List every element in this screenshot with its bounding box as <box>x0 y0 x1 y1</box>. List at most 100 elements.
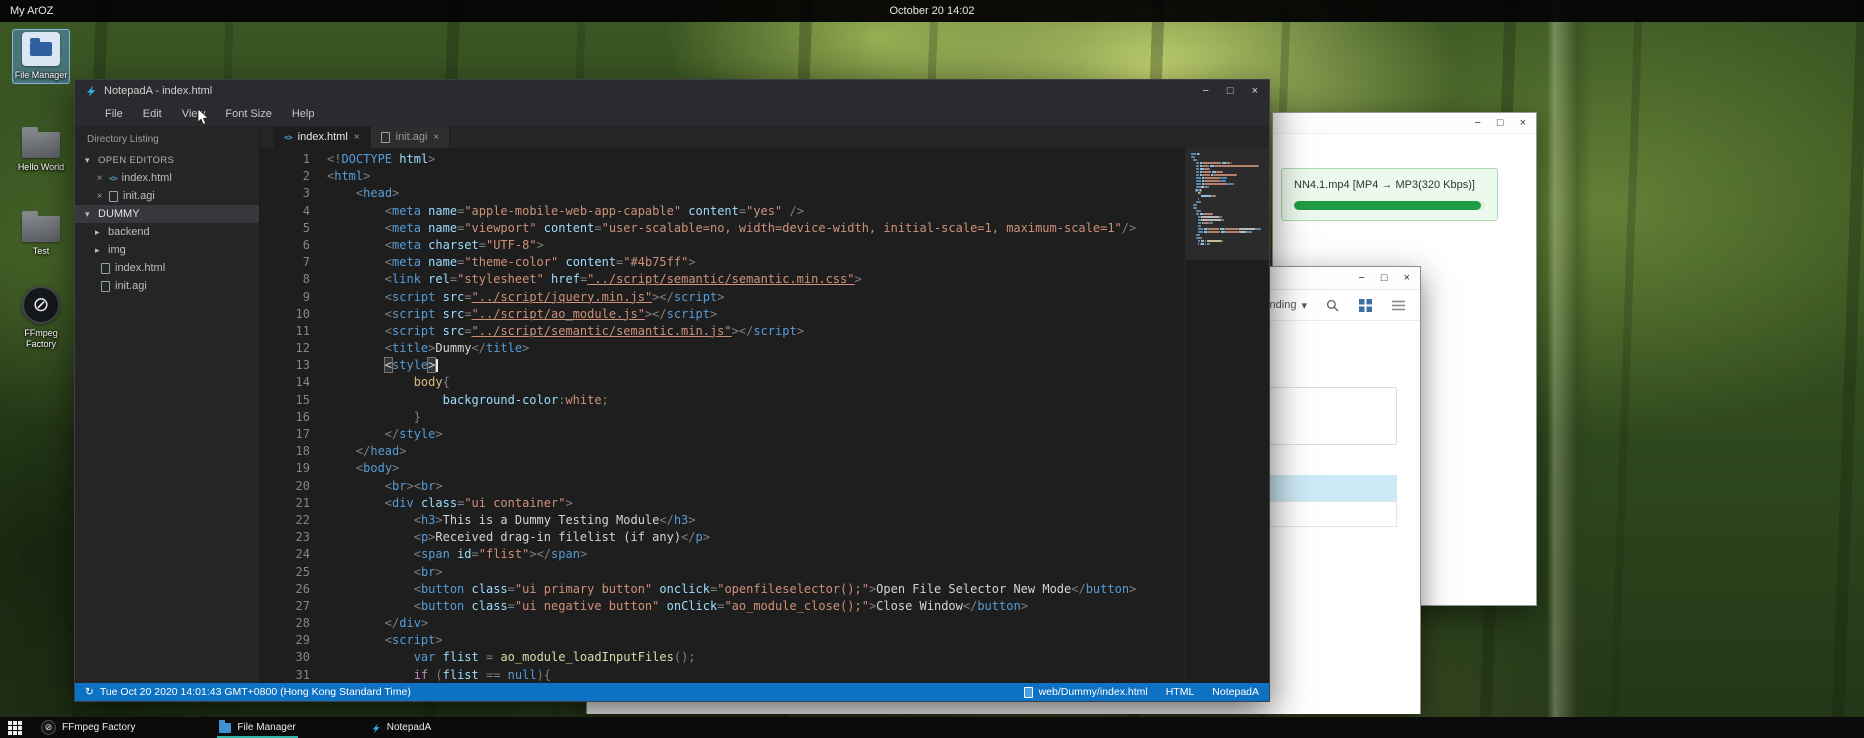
status-file-path: web/Dummy/index.html <box>1039 686 1148 698</box>
open-editor-item[interactable]: × init.agi <box>75 187 259 205</box>
file-icon <box>109 191 118 202</box>
notepada-window: NotepadA - index.html − □ × File Edit Vi… <box>74 79 1270 702</box>
tab-label: init.agi <box>396 131 428 143</box>
chevron-right-icon: ▸ <box>95 227 103 238</box>
tab-init-agi[interactable]: init.agi × <box>371 126 451 148</box>
section-label: OPEN EDITORS <box>98 155 174 166</box>
progress-bar <box>1294 201 1485 210</box>
sidebar-folder-backend[interactable]: ▸ backend <box>75 223 259 241</box>
file-label: init.agi <box>115 280 147 292</box>
desktop-icon-label: FFmpeg Factory <box>10 328 72 350</box>
status-language[interactable]: HTML <box>1166 686 1195 698</box>
close-icon[interactable]: × <box>1252 86 1258 97</box>
html-file-icon: <> <box>109 174 117 183</box>
maximize-icon[interactable]: □ <box>1381 273 1388 284</box>
conversion-job-card: NN4.1.mp4 [MP4 → MP3(320 Kbps)] <box>1281 168 1498 221</box>
notepada-logo-icon <box>84 84 97 98</box>
close-icon[interactable]: × <box>1520 118 1526 129</box>
tab-bar: <> index.html × init.agi × <box>260 126 1269 148</box>
desktop-icon-label: Hello World <box>18 162 64 173</box>
top-bar: My ArOZ October 20 14:02 <box>0 0 1864 22</box>
close-icon[interactable]: × <box>95 173 104 184</box>
sidebar-section-open-editors[interactable]: ▾ OPEN EDITORS <box>75 151 259 169</box>
file-manager-icon <box>22 32 60 66</box>
editor[interactable]: 1<!DOCTYPE html>2<html>3 <head>4 <meta n… <box>260 148 1269 683</box>
minimize-icon[interactable]: − <box>1474 118 1480 129</box>
taskbar-label: NotepadA <box>387 722 431 733</box>
menu-file[interactable]: File <box>95 102 133 126</box>
grid-view-icon[interactable] <box>1358 298 1373 313</box>
file-icon <box>381 132 390 143</box>
code-lines[interactable]: 1<!DOCTYPE html>2<html>3 <head>4 <meta n… <box>260 148 1185 683</box>
minimize-icon[interactable]: − <box>1358 273 1364 284</box>
ffmpeg-app-icon: ⊘ <box>22 286 60 324</box>
status-bar: ↻ Tue Oct 20 2020 14:01:43 GMT+0800 (Hon… <box>75 683 1269 701</box>
sidebar-folder-img[interactable]: ▸ img <box>75 241 259 259</box>
notepada-title-bar[interactable]: NotepadA - index.html − □ × <box>75 80 1269 102</box>
sidebar: Directory Listing ▾ OPEN EDITORS × <> in… <box>75 126 260 683</box>
maximize-icon[interactable]: □ <box>1497 118 1504 129</box>
close-icon[interactable]: × <box>1404 273 1410 284</box>
menu-bar: File Edit View Font Size Help <box>75 102 1269 126</box>
list-view-icon[interactable] <box>1391 298 1406 313</box>
start-menu-icon[interactable] <box>7 720 23 736</box>
ffmpeg-app-icon: ⊘ <box>41 720 56 735</box>
taskbar-item-notepada[interactable]: NotepadA <box>366 717 435 738</box>
folder-label: DUMMY <box>98 208 140 220</box>
menu-edit[interactable]: Edit <box>133 102 172 126</box>
taskbar-label: FFmpeg Factory <box>62 722 135 733</box>
sidebar-folder-dummy[interactable]: ▾ DUMMY <box>75 205 259 223</box>
search-icon[interactable] <box>1325 298 1340 313</box>
status-app-name: NotepadA <box>1212 686 1259 698</box>
open-editor-item[interactable]: × <> index.html <box>75 169 259 187</box>
folder-label: img <box>108 244 126 256</box>
desktop-icon-test[interactable]: Test <box>10 208 72 257</box>
close-icon[interactable]: × <box>433 132 439 143</box>
file-label: index.html <box>115 262 165 274</box>
tab-label: index.html <box>298 131 348 143</box>
notepada-logo-icon <box>370 722 381 734</box>
maximize-icon[interactable]: □ <box>1227 86 1234 97</box>
desktop-icon-ffmpeg-factory[interactable]: ⊘ FFmpeg Factory <box>10 286 72 350</box>
file-icon <box>101 281 110 292</box>
chevron-down-icon: ▾ <box>85 155 93 166</box>
taskbar: ⊘ FFmpeg Factory File Manager NotepadA <box>0 717 1864 738</box>
desktop: My ArOZ October 20 14:02 File Manager He… <box>0 0 1864 738</box>
folder-icon <box>22 216 60 242</box>
taskbar-item-ffmpeg-factory[interactable]: ⊘ FFmpeg Factory <box>37 717 139 738</box>
close-icon[interactable]: × <box>354 132 360 143</box>
file-icon <box>1024 687 1033 698</box>
folder-label: backend <box>108 226 150 238</box>
minimap[interactable] <box>1185 148 1269 683</box>
status-time: Tue Oct 20 2020 14:01:43 GMT+0800 (Hong … <box>100 686 411 698</box>
desktop-icon-label: File Manager <box>15 70 68 81</box>
chevron-down-icon: ▾ <box>1301 299 1307 312</box>
file-label: index.html <box>122 172 172 184</box>
html-file-icon: <> <box>284 133 292 142</box>
tab-index-html[interactable]: <> index.html × <box>274 126 371 148</box>
sidebar-file-init[interactable]: init.agi <box>75 277 259 295</box>
conversion-job-label: NN4.1.mp4 [MP4 → MP3(320 Kbps)] <box>1294 179 1485 191</box>
sidebar-file-index[interactable]: index.html <box>75 259 259 277</box>
close-icon[interactable]: × <box>95 191 104 202</box>
desktop-icon-file-manager[interactable]: File Manager <box>10 32 72 81</box>
menu-font-size[interactable]: Font Size <box>215 102 281 126</box>
taskbar-label: File Manager <box>237 722 295 733</box>
minimize-icon[interactable]: − <box>1202 86 1208 97</box>
desktop-icon-label: Test <box>33 246 50 257</box>
chevron-right-icon: ▸ <box>95 245 103 256</box>
folder-icon <box>22 132 60 158</box>
desktop-icon-hello-world[interactable]: Hello World <box>10 124 72 173</box>
file-label: init.agi <box>123 190 155 202</box>
menu-help[interactable]: Help <box>282 102 325 126</box>
mouse-cursor <box>197 108 210 126</box>
clock: October 20 14:02 <box>889 5 974 17</box>
sidebar-header: Directory Listing <box>75 126 259 151</box>
progress-bar-fill <box>1294 201 1481 210</box>
system-menu-label[interactable]: My ArOZ <box>10 5 53 17</box>
window-title: NotepadA - index.html <box>104 85 1195 97</box>
chevron-down-icon: ▾ <box>85 209 93 220</box>
file-manager-app-icon <box>219 723 231 733</box>
ffmpeg-title-bar[interactable]: − □ × <box>1273 113 1536 134</box>
taskbar-item-file-manager[interactable]: File Manager <box>215 717 299 738</box>
